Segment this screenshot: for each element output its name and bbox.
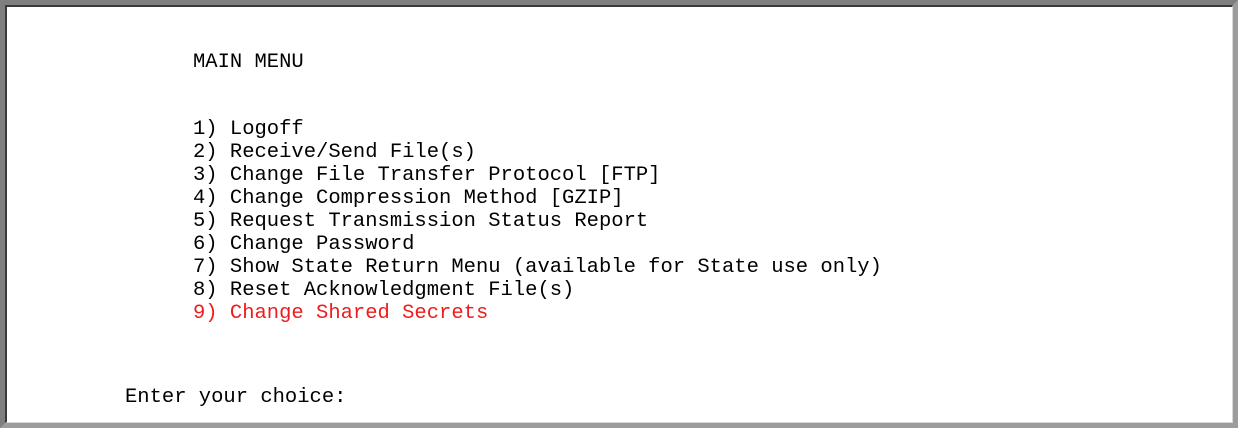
menu-item-show-state-return-menu[interactable]: 7) Show State Return Menu (available for… (193, 256, 882, 279)
menu-item-reset-acknowledgment-files[interactable]: 8) Reset Acknowledgment File(s) (193, 279, 882, 302)
terminal-window: MAIN MENU 1) Logoff 2) Receive/Send File… (0, 0, 1238, 428)
menu-item-change-password[interactable]: 6) Change Password (193, 233, 882, 256)
menu-item-request-transmission-status-report[interactable]: 5) Request Transmission Status Report (193, 210, 882, 233)
menu-item-change-compression-method[interactable]: 4) Change Compression Method [GZIP] (193, 187, 882, 210)
choice-prompt-label: Enter your choice: (125, 386, 347, 409)
menu-title: MAIN MENU (193, 51, 304, 74)
choice-input[interactable] (425, 386, 725, 409)
menu-item-change-shared-secrets[interactable]: 9) Change Shared Secrets (193, 302, 882, 325)
main-menu-list: 1) Logoff 2) Receive/Send File(s) 3) Cha… (193, 118, 882, 325)
menu-item-change-file-transfer-protocol[interactable]: 3) Change File Transfer Protocol [FTP] (193, 164, 882, 187)
menu-item-receive-send-files[interactable]: 2) Receive/Send File(s) (193, 141, 882, 164)
menu-item-logoff[interactable]: 1) Logoff (193, 118, 882, 141)
